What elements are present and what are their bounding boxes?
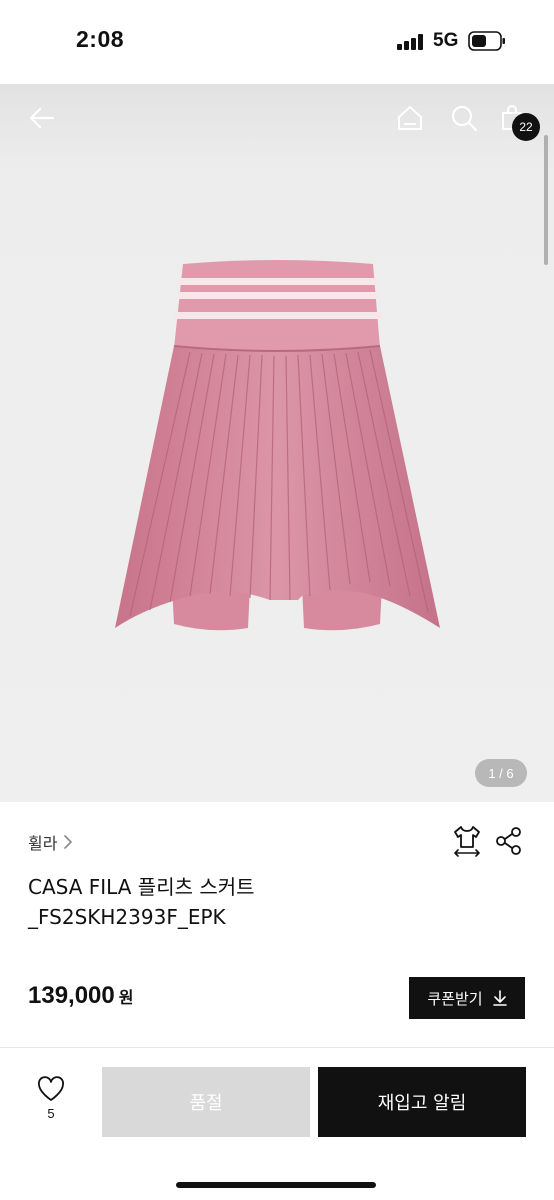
signal-icon <box>397 34 427 50</box>
status-bar: 2:08 5G <box>0 0 554 84</box>
back-arrow-icon <box>29 107 55 129</box>
like-button[interactable]: 5 <box>28 1076 74 1132</box>
price-value: 139,000 <box>28 982 115 1009</box>
price-currency: 원 <box>118 988 134 1007</box>
brand-name: 휠라 <box>28 834 58 853</box>
product-gallery[interactable]: 1 / 6 <box>0 84 554 802</box>
share-icon[interactable] <box>495 826 523 856</box>
soldout-button[interactable]: 품절 <box>102 1067 310 1137</box>
price-row: 139,000 원 <box>28 982 134 1010</box>
download-icon <box>492 990 507 1006</box>
search-button[interactable] <box>446 100 482 136</box>
product-title: CASA FILA 플리츠 스커트 _FS2SKH2393F_EPK <box>28 872 448 932</box>
product-image <box>115 260 440 631</box>
battery-icon <box>468 31 505 51</box>
home-button[interactable] <box>392 100 428 136</box>
home-indicator <box>176 1182 376 1188</box>
chevron-right-icon <box>64 835 73 849</box>
cart-count-badge: 22 <box>512 113 540 141</box>
heart-icon <box>38 1076 64 1101</box>
search-icon <box>451 105 478 132</box>
gallery-nav <box>0 84 554 156</box>
home-icon <box>398 106 422 130</box>
image-page-counter: 1 / 6 <box>475 759 527 787</box>
product-title-line2: _FS2SKH2393F_EPK <box>28 905 226 929</box>
status-time: 2:08 <box>76 26 125 52</box>
back-button[interactable] <box>24 100 60 136</box>
bottom-action-bar: 5 품절 재입고 알림 <box>0 1050 554 1200</box>
coupon-button-label: 쿠폰받기 <box>427 989 483 1008</box>
product-title-line1: CASA FILA 플리츠 스커트 <box>28 875 255 899</box>
restock-alert-button[interactable]: 재입고 알림 <box>318 1067 526 1137</box>
coupon-button[interactable]: 쿠폰받기 <box>409 977 525 1019</box>
size-guide-icon[interactable] <box>452 824 482 858</box>
brand-link[interactable]: 휠라 <box>28 830 73 854</box>
divider <box>0 1047 554 1048</box>
like-count: 5 <box>47 1106 55 1121</box>
scrollbar[interactable] <box>544 135 548 265</box>
network-label: 5G <box>433 30 459 51</box>
